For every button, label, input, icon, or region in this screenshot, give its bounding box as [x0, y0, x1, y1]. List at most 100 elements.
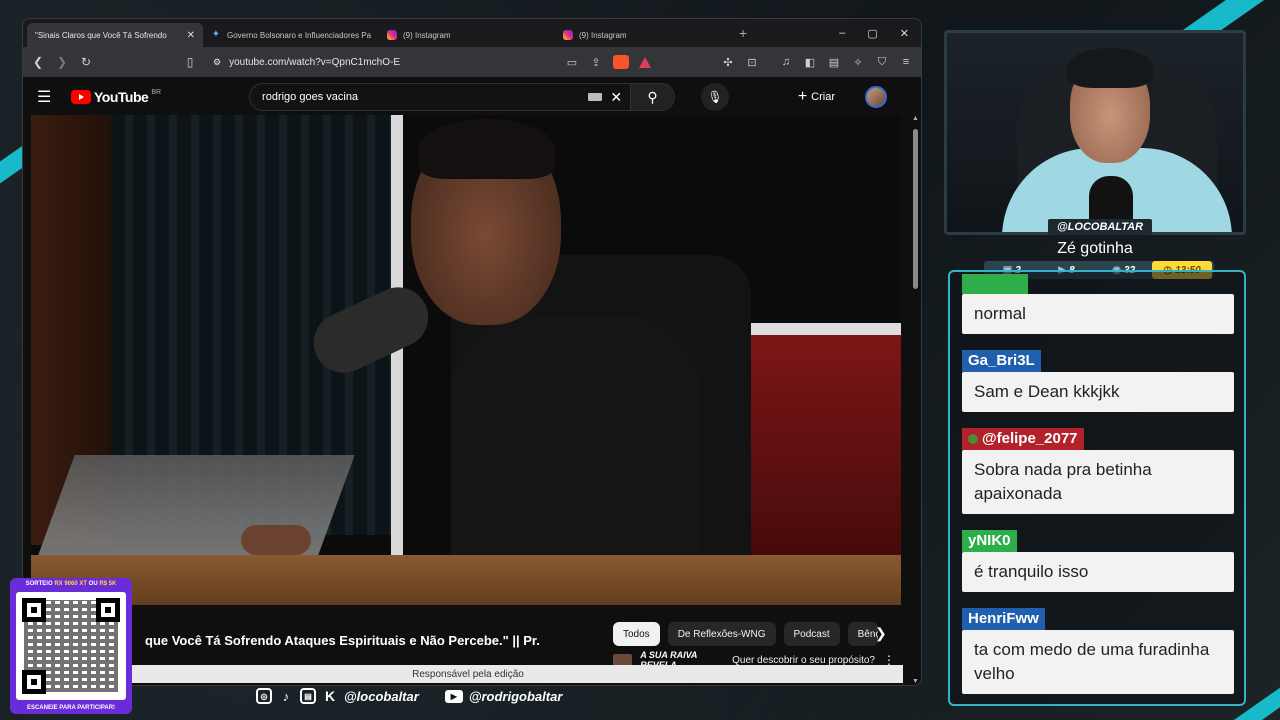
tab-title: (9) Instagram [579, 30, 627, 40]
chat-username: yNIK0 [962, 530, 1017, 552]
account-avatar[interactable] [865, 86, 887, 108]
chat-message-text: Sobra nada pra betinha apaixonada [962, 450, 1234, 514]
browser-window: "Sinais Claros que Você Tá Sofrendo ✕ ✦ … [22, 18, 922, 686]
chat-username: HenriFww [962, 608, 1045, 630]
chip-all[interactable]: Todos [613, 622, 660, 646]
browser-tab-gemini[interactable]: ✦ Governo Bolsonaro e Influenciadores Pa… [203, 23, 379, 47]
social-handles: ◎ ♪ ▤ K @locobaltar ▶ @rodrigobaltar [256, 688, 562, 704]
streamer-handle: @LOCOBALTAR [1048, 219, 1152, 235]
window-controls: – ▢ ✕ [839, 27, 921, 40]
browser-tab-youtube[interactable]: "Sinais Claros que Você Tá Sofrendo ✕ [27, 23, 203, 91]
social-handle-primary: @locobaltar [344, 688, 419, 704]
menu-icon[interactable]: ≡ [899, 56, 913, 68]
chat-message: yNIK0 é tranquilo isso [962, 530, 1234, 592]
chip-more[interactable]: Bênç [847, 622, 878, 646]
chat-panel: normal Ga_Bri3L Sam e Dean kkkjkk @felip… [948, 270, 1246, 706]
video-frame-desk [31, 555, 901, 605]
chat-user-bar [962, 274, 1028, 294]
hamburger-menu-icon[interactable]: ☰ [37, 87, 57, 107]
browser-tab-instagram-2[interactable]: (9) Instagram [555, 23, 731, 47]
giveaway-cta: ESCANEIE PARA PARTICIPAR! [26, 705, 116, 711]
search-input[interactable] [250, 91, 589, 103]
chat-message: @felipe_2077 Sobra nada pra betinha apai… [962, 428, 1234, 514]
reload-icon[interactable]: ↻ [79, 55, 93, 69]
youtube-wordmark: YouTube [94, 89, 149, 105]
chat-message: HenriFww ta com medo de uma furadinha ve… [962, 608, 1234, 694]
region-code: BR [151, 88, 162, 96]
share-icon[interactable]: ⇪ [589, 56, 603, 69]
minimize-button[interactable]: – [839, 27, 845, 40]
chat-message-text: ta com medo de uma furadinha velho [962, 630, 1234, 694]
close-window-button[interactable]: ✕ [900, 27, 909, 40]
webcam-feed [944, 30, 1246, 235]
brave-rewards-icon[interactable] [639, 56, 651, 68]
current-game: Zé gotinha [1057, 240, 1133, 257]
keyboard-icon[interactable] [588, 93, 603, 101]
create-button[interactable]: + Criar [798, 88, 835, 106]
leo-ai-icon[interactable]: ✧ [851, 56, 865, 69]
chat-message: Ga_Bri3L Sam e Dean kkkjkk [962, 350, 1234, 412]
vpn-icon[interactable]: ⛉ [875, 56, 889, 69]
video-frame-hand [241, 525, 311, 555]
page-scrollbar[interactable]: ▲ ▼ [911, 115, 919, 685]
sidebar-icon[interactable]: ◧ [803, 56, 817, 69]
search-button[interactable]: ⚲ [630, 84, 675, 110]
youtube-logo[interactable]: YouTube BR [71, 89, 161, 105]
video-frame-hair [419, 119, 555, 179]
site-settings-icon[interactable]: ⚙ [213, 57, 221, 68]
youtube-play-icon [71, 90, 91, 104]
edit-credit-bar: Responsável pela edição [33, 665, 903, 683]
brave-shields-icon[interactable] [613, 55, 629, 69]
media-icon[interactable]: ♫ [779, 56, 793, 68]
gemini-favicon-icon: ✦ [211, 29, 221, 40]
kick-icon: K [324, 688, 336, 704]
address-bar[interactable]: ⚙ youtube.com/watch?v=QpnC1mchO-E [207, 51, 555, 73]
scroll-down-icon[interactable]: ▼ [912, 678, 919, 685]
youtube-icon: ▶ [444, 689, 463, 703]
chip-channel[interactable]: De Reflexões-WNG [667, 622, 776, 646]
clear-search-icon[interactable]: ✕ [610, 89, 622, 106]
scroll-up-icon[interactable]: ▲ [912, 115, 919, 122]
browser-toolbar: ❮ ❯ ↻ ▯ ⚙ youtube.com/watch?v=QpnC1mchO-… [23, 47, 921, 77]
qr-finder [96, 598, 120, 622]
chat-username: @felipe_2077 [982, 430, 1078, 447]
chat-message-text: Sam e Dean kkkjkk [962, 372, 1234, 412]
tiktok-icon: ♪ [282, 688, 290, 704]
maximize-button[interactable]: ▢ [867, 27, 877, 40]
browser-tab-instagram-1[interactable]: (9) Instagram [379, 23, 555, 47]
back-icon[interactable]: ❮ [31, 55, 45, 69]
create-label: Criar [811, 91, 835, 103]
youtube-page: ☰ YouTube BR ✕ ⚲ 🎙 + Criar [23, 77, 921, 685]
new-tab-button[interactable]: + [739, 25, 747, 41]
screenshot-icon[interactable]: ⊡ [745, 56, 759, 69]
video-title: que Você Tá Sofrendo Ataques Espirituais… [145, 633, 540, 648]
user-badge-icon [968, 434, 978, 445]
qr-code [16, 592, 126, 700]
giveaway-headline: SORTEIO RX 9060 XT OU R$ 5K [25, 581, 117, 587]
recommended-title: Quer descobrir o seu propósito? [732, 654, 875, 666]
video-player[interactable] [31, 115, 901, 605]
url-text: youtube.com/watch?v=QpnC1mchO-E [229, 56, 400, 68]
chat-username: Ga_Bri3L [962, 350, 1041, 372]
chip-podcast[interactable]: Podcast [783, 622, 840, 646]
qr-finder [22, 670, 46, 694]
chat-username-wrap: @felipe_2077 [962, 428, 1084, 450]
search-box: ✕ ⚲ [249, 83, 676, 111]
related-chips: Todos De Reflexões-WNG Podcast Bênç [613, 622, 878, 646]
instagram-icon: ◎ [256, 688, 272, 704]
tab-bar: "Sinais Claros que Você Tá Sofrendo ✕ ✦ … [23, 19, 921, 91]
cast-icon[interactable]: ▭ [565, 56, 579, 69]
bookmark-icon[interactable]: ▯ [183, 55, 197, 69]
wallet-icon[interactable]: ▤ [827, 56, 841, 69]
edit-credit-label: Responsável pela edição [412, 668, 524, 680]
forward-icon[interactable]: ❯ [55, 55, 69, 69]
tab-close-icon[interactable]: ✕ [187, 30, 195, 41]
extensions-icon[interactable]: ✣ [721, 56, 735, 69]
chips-next-icon[interactable]: ❯ [875, 625, 887, 642]
tab-title: (9) Instagram [403, 30, 451, 40]
youtube-header: ☰ YouTube BR ✕ ⚲ 🎙 + Criar [23, 77, 921, 117]
plus-icon: + [797, 88, 808, 105]
voice-search-icon[interactable]: 🎙 [701, 83, 730, 111]
scroll-thumb[interactable] [912, 129, 918, 289]
instagram-favicon-icon [563, 30, 573, 40]
